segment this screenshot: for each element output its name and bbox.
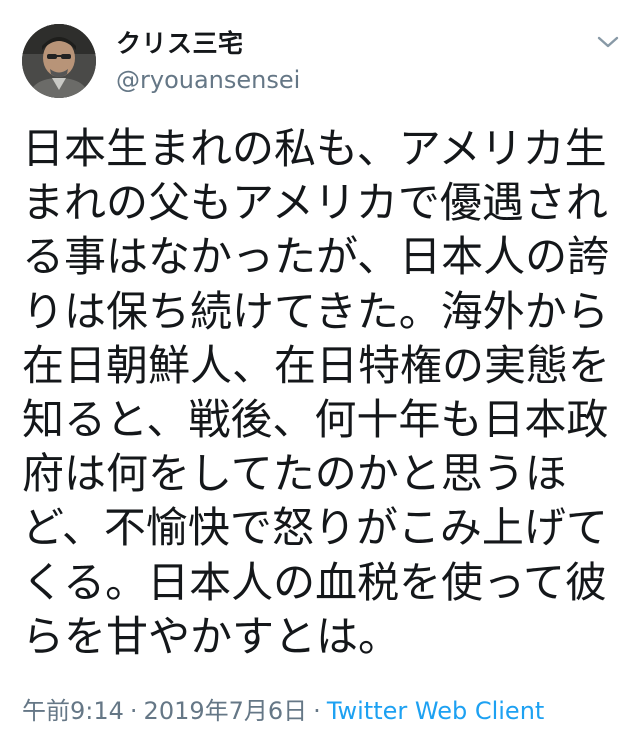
avatar-photo-icon [22, 24, 96, 98]
tweet-text: 日本生まれの私も、アメリカ生 まれの父もアメリカで優遇され る事はなかったが、日… [22, 122, 622, 664]
tweet-text-line: りは保ち続けてきた。海外から [22, 286, 609, 336]
tweet-header: クリス三宅 @ryouansensei [22, 24, 622, 104]
tweet-source-link[interactable]: Twitter Web Client [327, 697, 545, 725]
tweet-text-line: 知ると、戦後、何十年も日本政 [22, 394, 609, 444]
tweet-text-line: らを甘やかすとは。 [22, 611, 401, 661]
tweet-text-line: くる。日本人の血税を使って彼 [22, 557, 608, 607]
tweet-text-line: 在日朝鮮人、在日特権の実態を [22, 340, 611, 390]
user-handle[interactable]: @ryouansensei [116, 64, 300, 96]
tweet-text-line: ど、不愉快で怒りがこみ上げて [22, 503, 608, 553]
tweet-text-line: 府は何をしてたのかと思うほ [22, 449, 567, 499]
chevron-down-icon[interactable] [594, 30, 622, 54]
tweet-card: クリス三宅 @ryouansensei 日本生まれの私も、アメリカ生 まれの父も… [0, 0, 640, 747]
tweet-text-line: る事はなかったが、日本人の誇 [22, 232, 610, 282]
display-name[interactable]: クリス三宅 [116, 28, 300, 60]
avatar[interactable] [22, 24, 96, 98]
tweet-text-line: 日本生まれの私も、アメリカ生 [22, 124, 607, 173]
tweet-time[interactable]: 午前9:14 [22, 697, 124, 725]
user-names: クリス三宅 @ryouansensei [116, 28, 300, 96]
tweet-text-line: まれの父もアメリカで優遇され [22, 178, 608, 228]
tweet-date[interactable]: 2019年7月6日 [144, 697, 308, 725]
meta-separator: · [129, 697, 138, 725]
tweet-meta: 午前9:14 · 2019年7月6日 · Twitter Web Client [22, 696, 544, 726]
meta-separator: · [313, 697, 321, 725]
